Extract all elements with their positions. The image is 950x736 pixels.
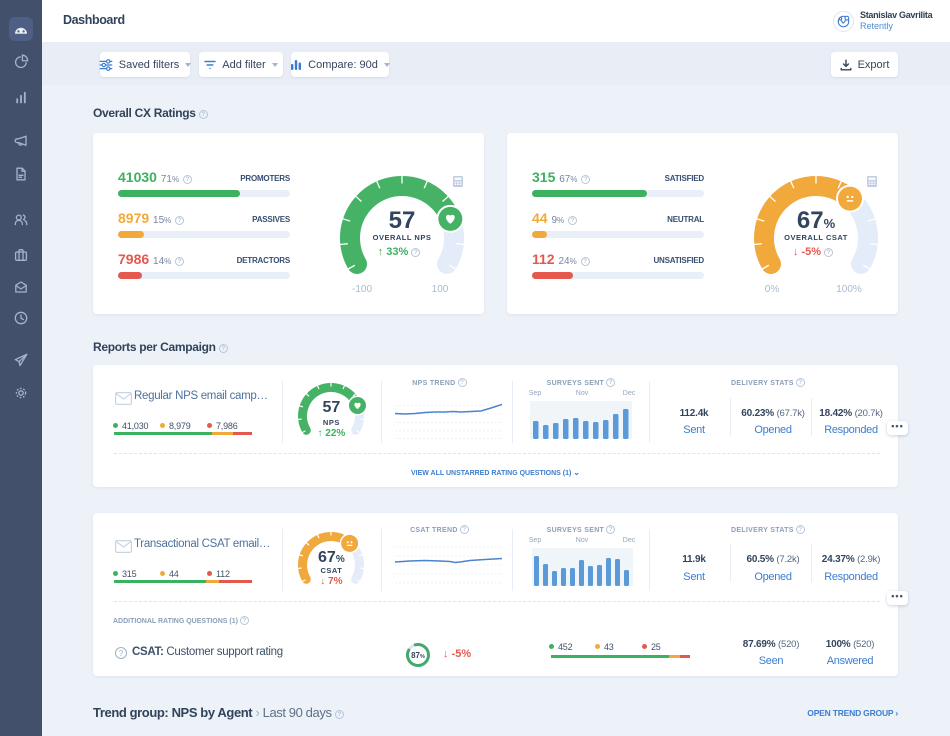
- svg-text:87%: 87%: [411, 651, 425, 660]
